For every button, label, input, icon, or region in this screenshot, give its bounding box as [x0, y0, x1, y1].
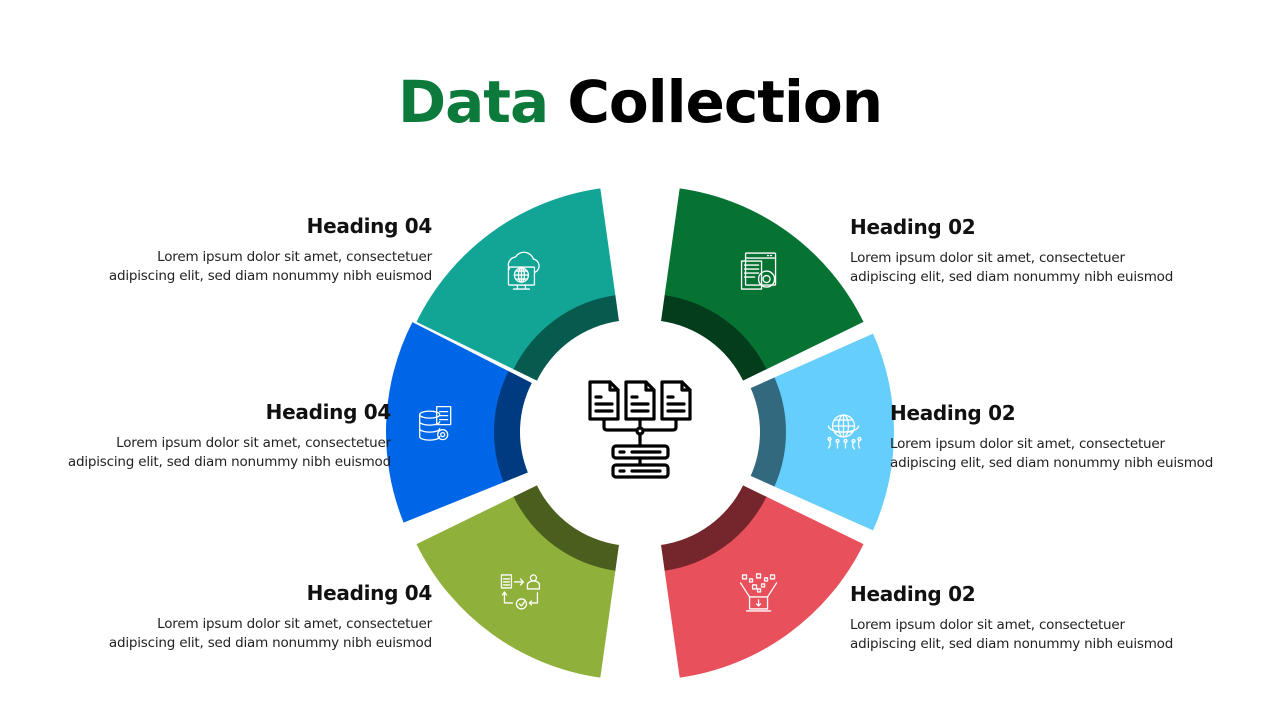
- text-block-top-left: Heading 04 Lorem ipsum dolor sit amet, c…: [52, 214, 432, 286]
- description-line: Lorem ipsum dolor sit amet, consectetuer: [116, 435, 391, 451]
- description: Lorem ipsum dolor sit amet, consectetuer…: [11, 434, 391, 472]
- description-line: adipiscing elit, sed diam nonummy nibh e…: [108, 268, 432, 284]
- heading: Heading 04: [306, 581, 433, 605]
- description: Lorem ipsum dolor sit amet, consectetuer…: [850, 616, 1230, 654]
- segment-bottom-right: [661, 485, 864, 678]
- segment-bottom-left: [416, 485, 619, 678]
- description-line: adipiscing elit, sed diam nonummy nibh e…: [850, 269, 1174, 285]
- text-block-bottom-left: Heading 04 Lorem ipsum dolor sit amet, c…: [52, 581, 432, 653]
- description-line: adipiscing elit, sed diam nonummy nibh e…: [67, 454, 391, 470]
- text-block-top-right: Heading 02 Lorem ipsum dolor sit amet, c…: [850, 215, 1230, 287]
- description-line: Lorem ipsum dolor sit amet, consectetuer: [157, 249, 432, 265]
- document-icon: [660, 380, 692, 421]
- text-block-bottom-right: Heading 02 Lorem ipsum dolor sit amet, c…: [850, 582, 1230, 654]
- heading: Heading 04: [306, 214, 433, 238]
- data-server-network-icon: [588, 380, 692, 479]
- heading: Heading 04: [265, 400, 392, 424]
- description-line: Lorem ipsum dolor sit amet, consectetuer: [890, 436, 1165, 452]
- description: Lorem ipsum dolor sit amet, consectetuer…: [850, 249, 1230, 287]
- heading: Heading 02: [890, 401, 1016, 425]
- description-line: adipiscing elit, sed diam nonummy nibh e…: [890, 455, 1214, 471]
- description-line: Lorem ipsum dolor sit amet, consectetuer: [157, 616, 432, 632]
- segment-outer-band: [416, 496, 616, 678]
- description-line: adipiscing elit, sed diam nonummy nibh e…: [850, 636, 1174, 652]
- description-line: Lorem ipsum dolor sit amet, consectetuer: [850, 250, 1125, 266]
- text-block-middle-right: Heading 02 Lorem ipsum dolor sit amet, c…: [890, 401, 1270, 473]
- description: Lorem ipsum dolor sit amet, consectetuer…: [52, 248, 432, 286]
- segment-outer-band: [664, 188, 864, 370]
- heading: Heading 02: [850, 582, 976, 606]
- description: Lorem ipsum dolor sit amet, consectetuer…: [890, 435, 1270, 473]
- document-icon: [624, 380, 656, 421]
- document-icon: [588, 380, 620, 421]
- text-block-middle-left: Heading 04 Lorem ipsum dolor sit amet, c…: [11, 400, 391, 472]
- heading: Heading 02: [850, 215, 976, 239]
- description: Lorem ipsum dolor sit amet, consectetuer…: [52, 615, 432, 653]
- description-line: adipiscing elit, sed diam nonummy nibh e…: [108, 635, 432, 651]
- description-line: Lorem ipsum dolor sit amet, consectetuer: [850, 617, 1125, 633]
